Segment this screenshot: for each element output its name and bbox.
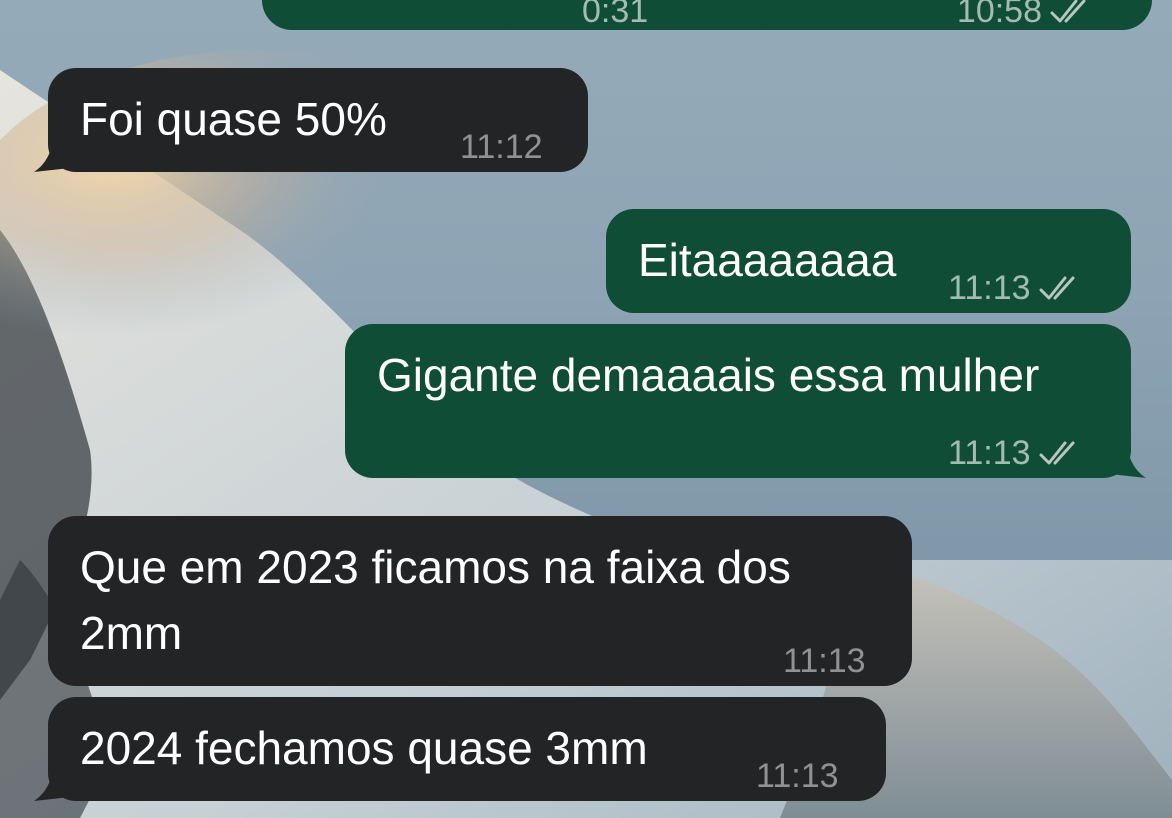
message-bubble-incoming[interactable]: 2024 fechamos quase 3mm 11:13 <box>48 697 886 801</box>
bubble-tail-incoming <box>34 763 70 801</box>
message-time: 10:58 <box>956 0 1042 30</box>
message-bubble-outgoing[interactable]: Eitaaaaaaaa 11:13 <box>606 209 1131 313</box>
message-text: Foi quase 50% <box>80 93 387 145</box>
message-meta: 11:13 <box>783 630 866 692</box>
bubble-tail-outgoing <box>1110 440 1146 478</box>
message-meta: 11:13 <box>756 745 839 807</box>
message-time: 11:12 <box>460 128 543 166</box>
message-meta: 11:12 <box>460 116 543 178</box>
double-check-icon <box>1039 439 1083 467</box>
message-text: Eitaaaaaaaa <box>638 234 897 286</box>
message-bubble-outgoing-partial[interactable]: 0:31 10:58 <box>262 0 1152 30</box>
message-bubble-outgoing[interactable]: Gigante demaaaais essa mulher 11:13 <box>345 324 1131 478</box>
message-time: 11:13 <box>948 434 1031 472</box>
message-list[interactable]: 0:31 10:58 Foi quase 50% 11:12 Eitaaaaaa… <box>0 0 1172 818</box>
message-meta: 10:58 <box>957 0 1094 42</box>
message-time: 11:13 <box>783 642 866 680</box>
message-text: Gigante demaaaais essa mulher <box>377 349 1040 401</box>
message-meta: 11:13 <box>948 257 1083 319</box>
double-check-icon <box>1050 0 1094 25</box>
bubble-tail-incoming <box>34 134 70 172</box>
message-bubble-incoming[interactable]: Que em 2023 ficamos na faixa dos 2mm 11:… <box>48 516 912 686</box>
message-meta: 11:13 <box>948 422 1083 484</box>
message-time: 11:13 <box>756 757 839 795</box>
message-bubble-incoming[interactable]: Foi quase 50% 11:12 <box>48 68 588 172</box>
message-text-line-2: 2mm <box>80 607 183 659</box>
double-check-icon <box>1039 274 1083 302</box>
message-time: 11:13 <box>948 269 1031 307</box>
voice-duration: 0:31 <box>582 0 649 30</box>
message-text-line-1: Que em 2023 ficamos na faixa dos <box>80 541 791 593</box>
message-text: 2024 fechamos quase 3mm <box>80 722 648 774</box>
